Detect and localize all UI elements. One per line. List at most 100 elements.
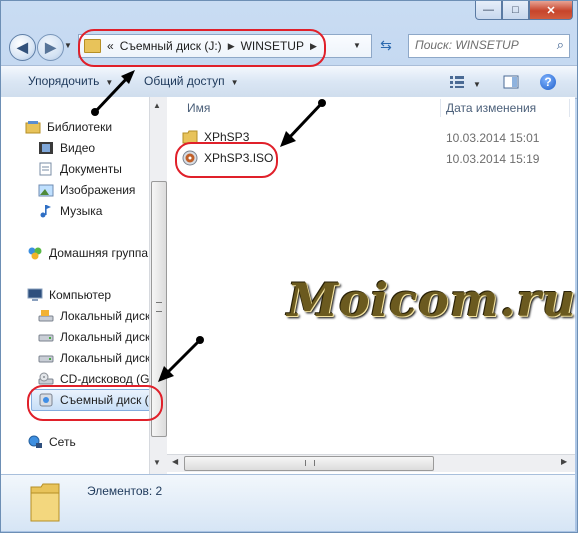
scroll-left-arrow-icon[interactable]: ◀ (172, 457, 178, 466)
folder-icon (182, 130, 198, 144)
grip-icon (305, 460, 315, 466)
caption-buttons: — □ ✕ (475, 1, 573, 20)
organize-label: Упорядочить (28, 74, 100, 88)
libraries-icon (25, 121, 41, 134)
folder-icon (30, 483, 60, 522)
scrollbar-thumb[interactable] (184, 456, 434, 471)
scroll-up-arrow-icon[interactable]: ▲ (153, 101, 161, 110)
nav-video[interactable]: Видео (38, 139, 95, 157)
breadcrumb-separator-icon[interactable]: ▶ (310, 41, 317, 52)
help-button[interactable]: ? (538, 72, 558, 92)
view-options-button[interactable] (447, 72, 467, 92)
address-bar[interactable]: « Съемный диск (J:) ▶ WINSETUP ▶ (78, 34, 372, 58)
nav-local-disk-2[interactable]: Локальный диск (38, 328, 149, 346)
scroll-down-arrow-icon[interactable]: ▼ (153, 458, 161, 467)
nav-label: Видео (60, 141, 96, 155)
nav-label: Изображения (60, 183, 136, 197)
nav-local-disk-1[interactable]: Локальный диск (38, 307, 149, 325)
forward-button[interactable]: ▶ (37, 34, 64, 61)
navigation-row: ◀ ▶ ▼ « Съемный диск (J:) ▶ WINSETUP ▶ ▼… (1, 29, 577, 65)
homegroup-icon (28, 247, 42, 260)
search-icon[interactable]: ⌕ (557, 37, 564, 53)
view-dropdown[interactable]: ▼ (473, 76, 481, 90)
refresh-icon: ⇆ (380, 37, 392, 53)
nav-label: Локальный диск (60, 330, 149, 344)
nav-local-disk-3[interactable]: Локальный диск (38, 349, 149, 367)
nav-homegroup[interactable]: Домашняя группа (27, 244, 148, 262)
cd-drive-icon (38, 372, 54, 385)
file-list: Имя Дата изменения XPhSP3 10.03.2014 15:… (167, 97, 575, 474)
file-date: 10.03.2014 15:19 (446, 152, 540, 166)
nav-computer[interactable]: Компьютер (27, 286, 111, 304)
details-pane: Элементов: 2 (1, 474, 575, 531)
navigation-scrollbar[interactable]: ▲ ▼ (149, 97, 167, 474)
scrollbar-thumb[interactable] (151, 181, 167, 437)
nav-libraries[interactable]: Библиотеки (25, 118, 112, 136)
nav-removable-disk[interactable]: Съемный диск (. (31, 389, 149, 411)
nav-label: Музыка (60, 204, 103, 218)
hard-drive-icon (38, 355, 54, 363)
nav-documents[interactable]: Документы (38, 160, 122, 178)
chevron-down-icon: ▼ (230, 78, 239, 87)
command-bar: Упорядочить ▼ Общий доступ ▼ ▼ ? (1, 65, 577, 99)
images-icon (38, 184, 54, 197)
preview-pane-button[interactable] (501, 72, 521, 92)
file-row[interactable]: XPhSP3.ISO (182, 149, 273, 167)
grip-icon (156, 302, 162, 312)
minimize-button[interactable]: — (475, 1, 502, 20)
nav-network[interactable]: Сеть (27, 433, 76, 451)
file-row[interactable]: XPhSP3 (182, 128, 249, 146)
nav-label: Домашняя группа (49, 246, 149, 260)
computer-icon (27, 288, 43, 301)
column-divider[interactable] (440, 99, 441, 117)
documents-icon (39, 162, 52, 176)
preview-pane-icon (503, 75, 519, 89)
column-header-date[interactable]: Дата изменения (446, 97, 536, 119)
address-history-dropdown[interactable]: ▼ (353, 41, 361, 50)
folder-icon (84, 39, 101, 53)
nav-label: Компьютер (49, 288, 112, 302)
nav-label: Локальный диск (60, 309, 149, 323)
navigation-pane: Библиотеки Видео Документы Изображения М… (1, 97, 149, 474)
column-header-name[interactable]: Имя (187, 97, 210, 119)
refresh-button[interactable]: ⇆ (376, 37, 396, 55)
share-button[interactable]: Общий доступ ▼ (144, 74, 239, 88)
maximize-button[interactable]: □ (502, 1, 529, 20)
nav-label: CD-дисковод (G: (60, 372, 149, 386)
item-count: Элементов: 2 (87, 484, 163, 498)
breadcrumb-separator-icon[interactable]: ▶ (228, 41, 235, 52)
removable-disk-icon (39, 393, 53, 407)
organize-button[interactable]: Упорядочить ▼ (28, 74, 113, 88)
title-bar: — □ ✕ (1, 1, 577, 29)
nav-label: Локальный диск (60, 351, 149, 365)
horizontal-scrollbar[interactable]: ◀ ▶ (167, 454, 575, 472)
file-name: XPhSP3.ISO (204, 151, 274, 165)
column-header-label: Имя (187, 101, 211, 115)
search-box[interactable]: ⌕ (408, 34, 570, 58)
back-button[interactable]: ◀ (9, 34, 36, 61)
forward-arrow-icon: ▶ (45, 39, 56, 55)
file-name: XPhSP3 (204, 130, 250, 144)
breadcrumb-winsetup[interactable]: WINSETUP (241, 39, 304, 53)
main-area: Библиотеки Видео Документы Изображения М… (1, 97, 575, 474)
scroll-right-arrow-icon[interactable]: ▶ (561, 457, 567, 466)
music-icon (40, 205, 51, 218)
share-label: Общий доступ (144, 74, 225, 88)
disc-image-icon (182, 150, 198, 166)
nav-label: Сеть (49, 435, 76, 449)
watermark-logo: Moicom.ru (287, 273, 577, 327)
breadcrumb-removable-disk[interactable]: Съемный диск (J:) (120, 39, 222, 53)
help-icon: ? (540, 74, 556, 90)
nav-music[interactable]: Музыка (38, 202, 102, 220)
view-list-icon (450, 76, 464, 88)
hard-drive-icon (38, 334, 54, 342)
nav-label: Документы (60, 162, 122, 176)
nav-cd-drive[interactable]: CD-дисковод (G: (38, 370, 149, 388)
column-divider[interactable] (569, 99, 570, 117)
chevron-down-icon: ▼ (105, 78, 114, 87)
search-input[interactable] (409, 35, 545, 55)
close-button[interactable]: ✕ (529, 1, 573, 20)
nav-images[interactable]: Изображения (38, 181, 135, 199)
recent-pages-dropdown[interactable]: ▼ (64, 41, 72, 50)
address-overflow-chevron[interactable]: « (107, 39, 114, 53)
